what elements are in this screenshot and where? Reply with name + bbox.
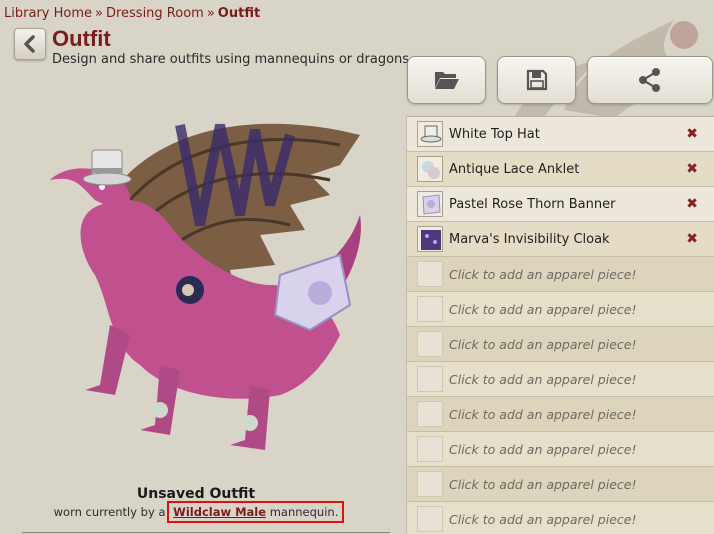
- apparel-item-name: Pastel Rose Thorn Banner: [449, 196, 616, 212]
- add-apparel-prompt: Click to add an apparel piece!: [449, 336, 637, 352]
- apparel-slot-1[interactable]: White Top Hat ✖: [406, 117, 714, 152]
- breadcrumb-current: Outfit: [217, 6, 261, 21]
- share-icon: [639, 68, 660, 92]
- add-apparel-prompt: Click to add an apparel piece!: [449, 301, 637, 317]
- folder-open-icon: [434, 72, 459, 89]
- remove-item-button[interactable]: ✖: [686, 162, 698, 176]
- white-top-hat-thumbnail: [417, 121, 443, 147]
- share-outfit-button[interactable]: [587, 56, 713, 104]
- remove-item-button[interactable]: ✖: [686, 127, 698, 141]
- apparel-slot-empty[interactable]: Click to add an apparel piece!: [406, 327, 714, 362]
- worn-prefix: worn currently by a: [53, 505, 166, 519]
- page-title: Outfit: [52, 26, 111, 51]
- apparel-slot-empty[interactable]: Click to add an apparel piece!: [406, 397, 714, 432]
- add-apparel-prompt: Click to add an apparel piece!: [449, 266, 637, 282]
- apparel-slot-empty[interactable]: Click to add an apparel piece!: [406, 257, 714, 292]
- remove-item-button[interactable]: ✖: [686, 197, 698, 211]
- apparel-slot-empty[interactable]: Click to add an apparel piece!: [406, 502, 714, 534]
- remove-item-button[interactable]: ✖: [686, 232, 698, 246]
- empty-slot-thumbnail: [417, 401, 443, 427]
- invisibility-cloak-thumbnail: [417, 226, 443, 252]
- mannequin-highlight: Wildclaw Male mannequin.: [167, 501, 345, 523]
- outfit-title: Unsaved Outfit: [136, 486, 256, 502]
- breadcrumb-dressing-room[interactable]: Dressing Room: [106, 6, 204, 21]
- empty-slot-thumbnail: [417, 506, 443, 532]
- apparel-slot-3[interactable]: Pastel Rose Thorn Banner ✖: [406, 187, 714, 222]
- add-apparel-prompt: Click to add an apparel piece!: [449, 406, 637, 422]
- apparel-list: White Top Hat ✖ Antique Lace Anklet ✖ Pa…: [406, 116, 714, 534]
- breadcrumb-library-home[interactable]: Library Home: [4, 6, 92, 21]
- dragon-mannequin-image: [50, 123, 361, 450]
- breadcrumb-separator: »: [206, 6, 215, 21]
- mannequin-link[interactable]: Wildclaw Male: [173, 505, 266, 519]
- add-apparel-prompt: Click to add an apparel piece!: [449, 371, 637, 387]
- open-outfit-button[interactable]: [407, 56, 486, 104]
- back-button[interactable]: [14, 28, 46, 60]
- worn-suffix: mannequin.: [269, 505, 339, 519]
- breadcrumb: Library Home» Dressing Room» Outfit: [4, 6, 260, 21]
- outfit-toolbar: [407, 56, 713, 104]
- add-apparel-prompt: Click to add an apparel piece!: [449, 476, 637, 492]
- apparel-slot-4[interactable]: Marva's Invisibility Cloak ✖: [406, 222, 714, 257]
- antique-lace-anklet-thumbnail: [417, 156, 443, 182]
- divider: [22, 532, 390, 533]
- empty-slot-thumbnail: [417, 366, 443, 392]
- pastel-rose-thorn-banner-thumbnail: [417, 191, 443, 217]
- apparel-slot-empty[interactable]: Click to add an apparel piece!: [406, 432, 714, 467]
- apparel-item-name: Antique Lace Anklet: [449, 161, 580, 177]
- apparel-item-name: Marva's Invisibility Cloak: [449, 231, 610, 247]
- empty-slot-thumbnail: [417, 331, 443, 357]
- empty-slot-thumbnail: [417, 471, 443, 497]
- apparel-slot-empty[interactable]: Click to add an apparel piece!: [406, 292, 714, 327]
- empty-slot-thumbnail: [417, 436, 443, 462]
- chevron-left-icon: [24, 35, 35, 53]
- anklet-icon: [422, 161, 440, 179]
- top-hat-icon: [420, 125, 442, 143]
- apparel-slot-2[interactable]: Antique Lace Anklet ✖: [406, 152, 714, 187]
- breadcrumb-separator: »: [94, 6, 103, 21]
- cloak-icon: [421, 230, 441, 250]
- apparel-slot-empty[interactable]: Click to add an apparel piece!: [406, 362, 714, 397]
- add-apparel-prompt: Click to add an apparel piece!: [449, 441, 637, 457]
- worn-by-line: worn currently by a Wildclaw Male manneq…: [0, 501, 396, 523]
- floppy-disk-icon: [526, 69, 547, 91]
- empty-slot-thumbnail: [417, 261, 443, 287]
- empty-slot-thumbnail: [417, 296, 443, 322]
- add-apparel-prompt: Click to add an apparel piece!: [449, 511, 637, 527]
- apparel-slot-empty[interactable]: Click to add an apparel piece!: [406, 467, 714, 502]
- apparel-item-name: White Top Hat: [449, 126, 540, 142]
- page-subtitle: Design and share outfits using mannequin…: [52, 52, 414, 67]
- save-outfit-button[interactable]: [497, 56, 576, 104]
- banner-icon: [422, 194, 441, 215]
